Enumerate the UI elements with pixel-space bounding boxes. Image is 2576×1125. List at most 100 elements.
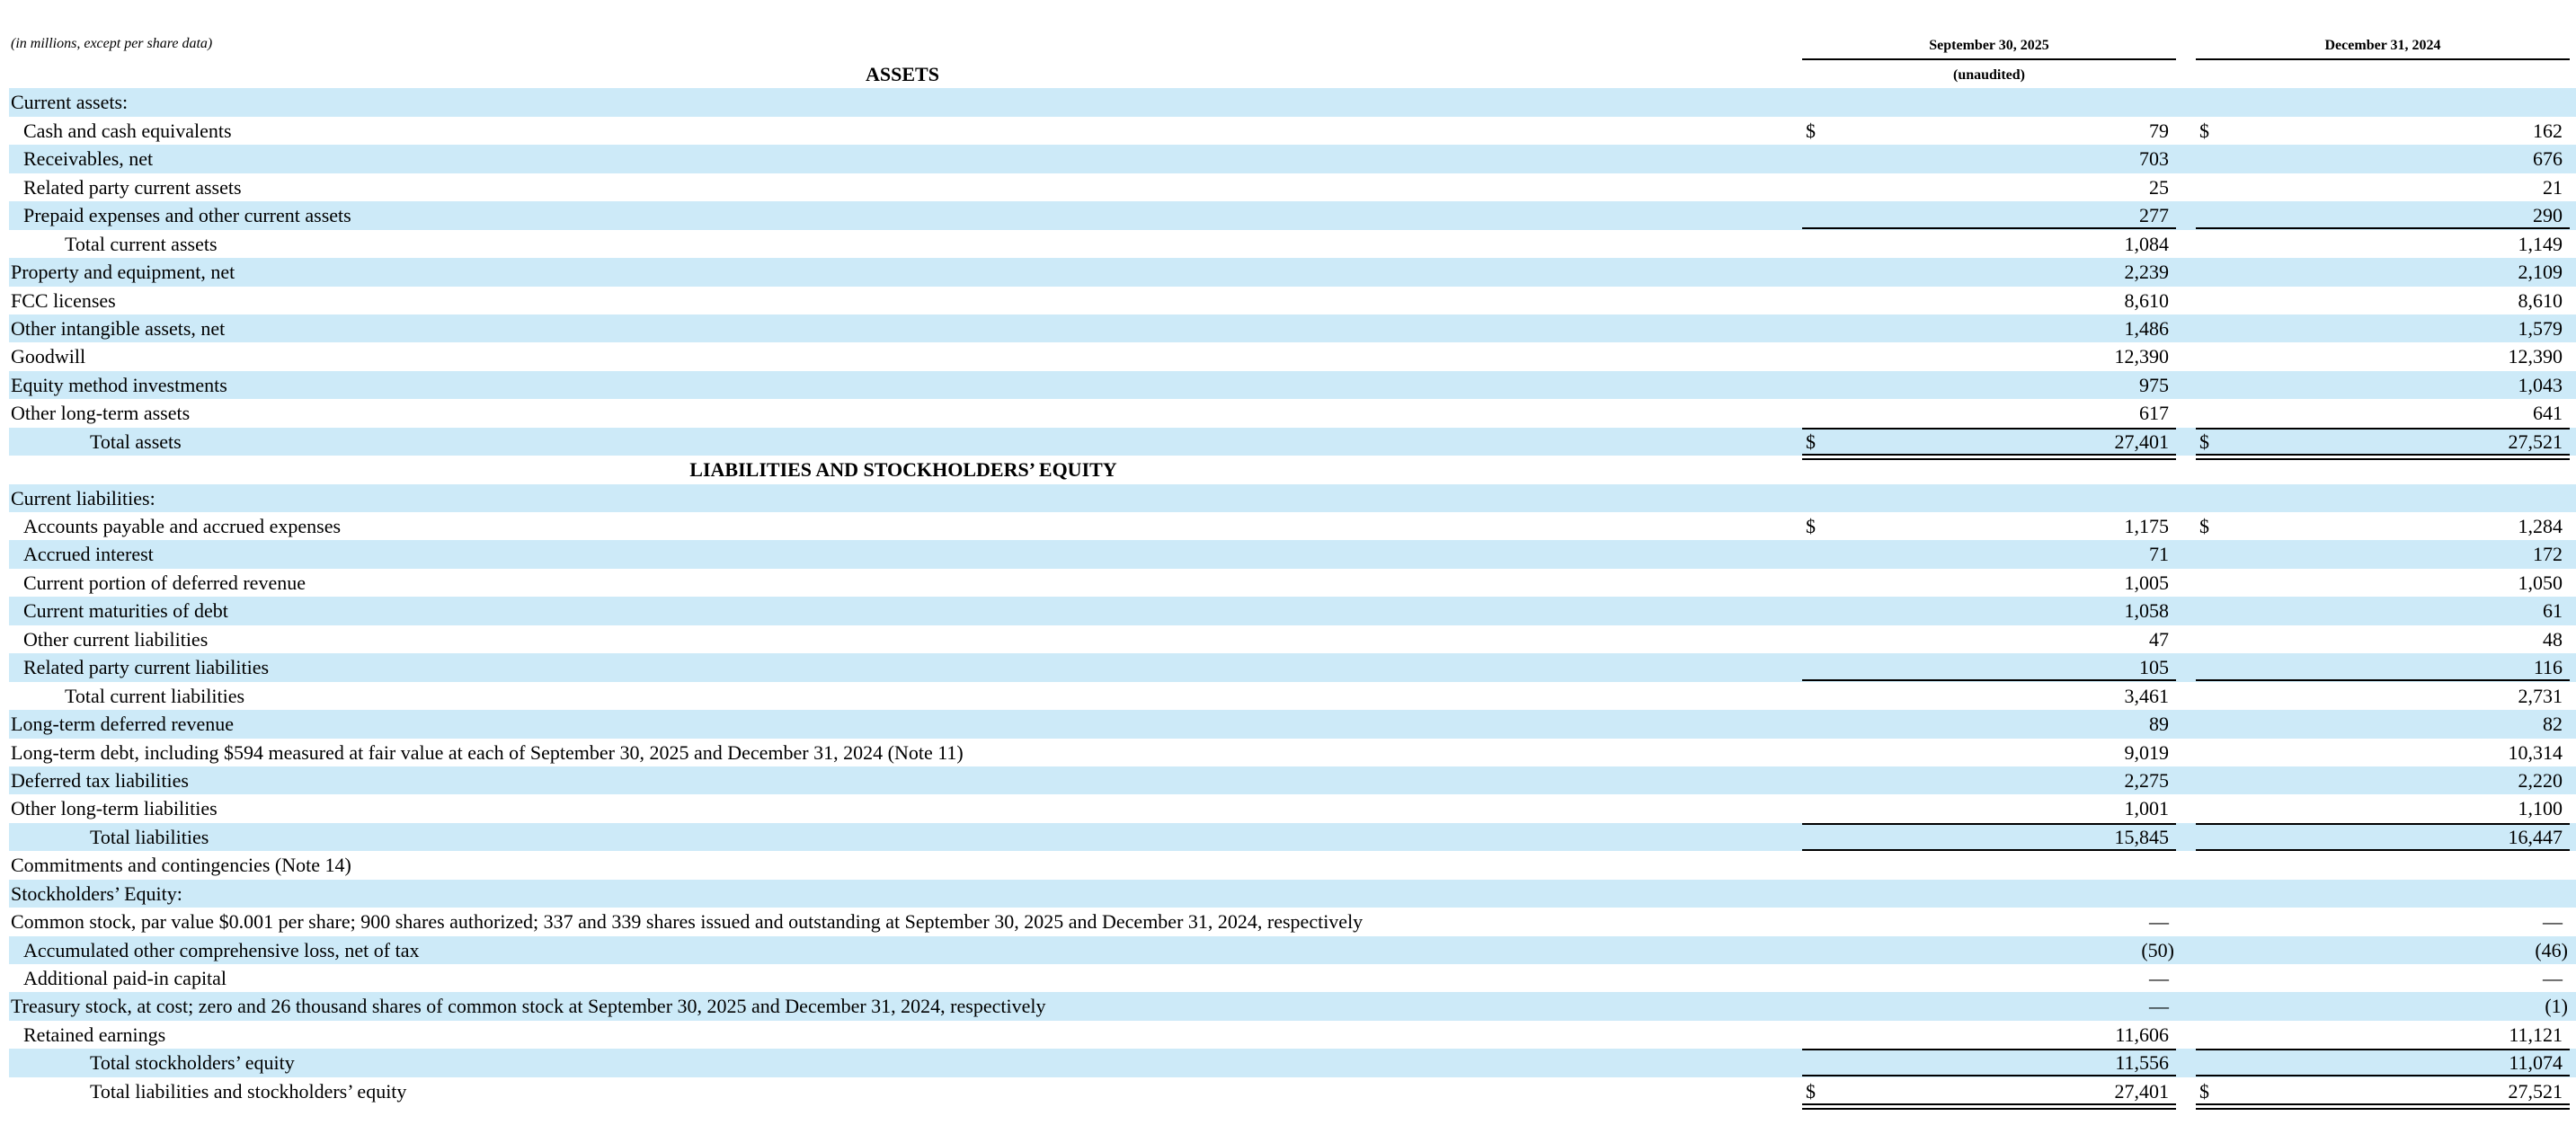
value-sep-2025: 1,486 [2124,316,2170,340]
value-dec-2024: 1,149 [2518,232,2563,255]
table-row: Additional paid-in capital — — [0,964,2576,992]
row-label: FCC licenses [11,288,116,312]
row-label: Total liabilities and stockholders’ equi… [90,1079,407,1103]
row-label: Accrued interest [23,543,154,566]
row-label: Additional paid-in capital [23,967,227,989]
value-dec-2024: 1,043 [2518,373,2563,396]
value-sep-2025: 25 [2149,175,2169,199]
table-row: Total stockholders’ equity 11,556 11,074 [0,1049,2576,1078]
row-label: Total current assets [65,232,218,255]
table-row: Property and equipment, net 2,239 2,109 [0,258,2576,287]
row-label: Total liabilities [90,825,209,848]
value-sep-2025: 89 [2149,713,2169,736]
value-dec-2024: 82 [2543,713,2563,736]
row-label: Related party current assets [23,175,242,199]
value-sep-2025: 975 [2139,373,2169,396]
table-row: Current assets: [0,88,2576,118]
table-row: Total current assets 1,084 1,149 [0,230,2576,258]
total-double-rule [2196,1103,2570,1105]
value-dec-2024: 10,314 [2508,740,2563,764]
row-label: Prepaid expenses and other current asset… [23,204,351,227]
row-label: Total assets [90,430,182,453]
table-row: Long-term deferred revenue 89 82 [0,710,2576,739]
table-row: Common stock, par value $0.001 per share… [0,908,2576,935]
value-dec-2024: 116 [2533,656,2563,679]
value-sep-2025: 8,610 [2124,288,2170,312]
table-row: Other intangible assets, net 1,486 1,579 [0,314,2576,343]
balance-sheet-rows: ASSETS Current assets: Cash and cash equ… [0,60,2576,1110]
value-dec-2024: 27,521 [2508,1079,2563,1103]
value-dec-2024: 162 [2533,119,2563,142]
row-label: Accumulated other comprehensive loss, ne… [23,938,420,961]
row-label: Current maturities of debt [23,599,228,623]
value-dec-2024: 8,610 [2518,288,2563,312]
value-dec-2024: — [2543,967,2563,989]
table-row: Goodwill 12,390 12,390 [0,342,2576,370]
table-row: Total assets $ 27,401 $ 27,521 [0,427,2576,460]
value-dec-2024: 12,390 [2508,345,2563,368]
column-header-sep-2025: September 30, 2025 [1929,38,2049,53]
value-dec-2024: 48 [2543,627,2563,651]
table-row: Commitments and contingencies (Note 14) [0,851,2576,879]
value-sep-2025: 9,019 [2124,740,2170,764]
value-sep-2025: 703 [2139,147,2169,171]
table-row: Related party current assets 25 21 [0,173,2576,201]
table-row: Current portion of deferred revenue 1,00… [0,569,2576,597]
row-label: Receivables, net [23,147,154,171]
value-sep-2025: 12,390 [2114,345,2170,368]
value-dec-2024: 1,050 [2518,571,2563,594]
table-row: Treasury stock, at cost; zero and 26 tho… [0,992,2576,1022]
value-sep-2025: 71 [2149,543,2169,566]
section-title-liabilities: LIABILITIES AND STOCKHOLDERS’ EQUITY [689,458,1117,482]
value-sep-2025: 3,461 [2124,684,2170,707]
value-sep-2025: 79 [2149,119,2169,142]
row-label: Goodwill [11,345,86,368]
table-row: Cash and cash equivalents $ 79 $ 162 [0,117,2576,145]
section-heading-row: LIABILITIES AND STOCKHOLDERS’ EQUITY [0,456,2576,483]
value-dec-2024: 1,579 [2518,316,2563,340]
row-label: Retained earnings [23,1023,166,1046]
value-sep-2025: — [2149,910,2169,934]
value-sep-2025: 27,401 [2114,1079,2170,1103]
value-sep-2025: 277 [2139,204,2169,227]
value-sep-2025: 1,058 [2124,599,2170,623]
value-sep-2025: — [2149,995,2169,1018]
value-dec-2024: 2,109 [2518,261,2563,284]
row-label: Other long-term assets [11,402,191,425]
row-label: Other intangible assets, net [11,316,226,340]
value-dec-2024: 1,100 [2518,797,2563,820]
value-sep-2025: 1,175 [2124,515,2170,537]
table-row: Deferred tax liabilities 2,275 2,220 [0,766,2576,795]
value-sep-2025: 1,084 [2124,232,2170,255]
value-sep-2025: 27,401 [2114,430,2170,453]
value-sep-2025: 105 [2139,656,2169,679]
value-sep-2025: 2,275 [2124,768,2170,792]
row-label: Deferred tax liabilities [11,768,189,792]
table-row: Accounts payable and accrued expenses $ … [0,512,2576,540]
table-row: FCC licenses 8,610 8,610 [0,287,2576,314]
balance-sheet: (in millions, except per share data) Sep… [0,0,2576,1125]
total-double-rule [1802,1107,2176,1110]
row-label: Other long-term liabilities [11,797,218,820]
total-double-rule [1802,1103,2176,1105]
value-sep-2025: (50) [2141,938,2174,961]
row-label: Stockholders’ Equity: [11,881,182,905]
value-sep-2025: 2,239 [2124,261,2170,284]
value-sep-2025: 11,606 [2115,1023,2169,1046]
table-row: Retained earnings 11,606 11,121 [0,1021,2576,1049]
table-row: Long-term debt, including $594 measured … [0,739,2576,766]
section-heading-row: ASSETS [0,60,2576,88]
value-dec-2024: 1,284 [2518,515,2563,537]
value-dec-2024: 11,121 [2509,1023,2563,1046]
value-sep-2025: 1,005 [2124,571,2170,594]
row-label: Commitments and contingencies (Note 14) [11,854,351,877]
table-row: Other long-term liabilities 1,001 1,100 [0,794,2576,822]
table-row: Stockholders’ Equity: [0,879,2576,908]
table-row: Receivables, net 703 676 [0,145,2576,174]
total-double-rule [2196,1107,2570,1110]
column-header-dec-2024: December 31, 2024 [2324,38,2441,53]
value-sep-2025: 617 [2139,402,2169,425]
row-label: Property and equipment, net [11,261,235,284]
section-title-assets: ASSETS [866,63,939,85]
row-label: Accounts payable and accrued expenses [23,515,342,537]
